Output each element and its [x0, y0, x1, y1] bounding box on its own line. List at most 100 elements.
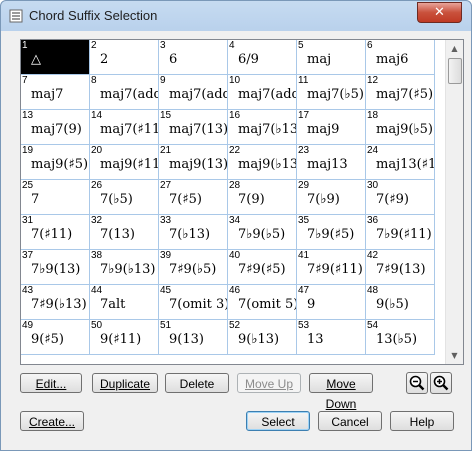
suffix-label: 7 [31, 192, 40, 207]
suffix-number: 12 [367, 75, 379, 86]
suffix-cell[interactable]: 22 maj9(♭13) [228, 145, 297, 180]
suffix-label: maj6 [376, 52, 409, 67]
suffix-number: 29 [298, 180, 310, 191]
suffix-cell[interactable]: 28 7(9) [228, 180, 297, 215]
suffix-cell[interactable]: 6 maj6 [366, 40, 435, 75]
suffix-cell[interactable]: 25 7 [21, 180, 90, 215]
suffix-cell[interactable]: 14 maj7(♯11) [90, 110, 159, 145]
suffix-cell[interactable]: 31 7(♯11) [21, 215, 90, 250]
suffix-cell[interactable]: 21 maj9(13) [159, 145, 228, 180]
suffix-cell[interactable]: 24maj13(♯11 [366, 145, 435, 180]
suffix-cell[interactable]: 1 △ [21, 40, 90, 75]
suffix-cell[interactable]: 37 7♭9(13) [21, 250, 90, 285]
suffix-number: 45 [160, 285, 172, 296]
scroll-up-icon[interactable]: ▲ [446, 40, 463, 57]
suffix-cell[interactable]: 22 [90, 40, 159, 75]
suffix-cell[interactable]: 38 7♭9(♭13) [90, 250, 159, 285]
suffix-number: 22 [229, 145, 241, 156]
suffix-number: 48 [367, 285, 379, 296]
suffix-number: 27 [160, 180, 172, 191]
close-button[interactable]: ✕ [417, 2, 462, 23]
suffix-cell[interactable]: 7 maj7 [21, 75, 90, 110]
suffix-cell[interactable]: 50 9(♯11) [90, 320, 159, 355]
suffix-cell[interactable]: 11 maj7(♭5) [297, 75, 366, 110]
suffix-cell[interactable]: 39 7♯9(♭5) [159, 250, 228, 285]
suffix-cell[interactable]: 19 maj9(♯5) [21, 145, 90, 180]
suffix-cell[interactable]: 54 13(♭5) [366, 320, 435, 355]
window-title: Chord Suffix Selection [29, 8, 158, 23]
scrollbar-thumb[interactable] [448, 58, 462, 84]
suffix-cell[interactable]: 18 maj9(♭5) [366, 110, 435, 145]
suffix-cell[interactable]: 13 maj7(9) [21, 110, 90, 145]
suffix-cell[interactable]: 17 maj9 [297, 110, 366, 145]
suffix-label: 7alt [100, 297, 126, 312]
suffix-cell[interactable]: 35 7♭9(♯5) [297, 215, 366, 250]
suffix-cell[interactable]: 40 7♯9(♯5) [228, 250, 297, 285]
suffix-number: 50 [91, 320, 103, 331]
help-button[interactable]: Help [390, 411, 454, 431]
suffix-number: 8 [91, 75, 97, 86]
suffix-cell[interactable]: 26 7(♭5) [90, 180, 159, 215]
suffix-cell[interactable]: 49 9(♯5) [21, 320, 90, 355]
zoom-out-button[interactable] [406, 372, 428, 394]
title-bar[interactable]: Chord Suffix Selection ✕ [1, 1, 471, 31]
suffix-cell[interactable]: 10 maj7(add [228, 75, 297, 110]
suffix-number: 24 [367, 145, 379, 156]
suffix-number: 26 [91, 180, 103, 191]
suffix-cell[interactable]: 32 7(13) [90, 215, 159, 250]
suffix-number: 53 [298, 320, 310, 331]
suffix-cell[interactable]: 9 maj7(add [159, 75, 228, 110]
suffix-number: 11 [298, 75, 309, 86]
select-button[interactable]: Select [246, 411, 310, 431]
suffix-number: 35 [298, 215, 310, 226]
suffix-cell[interactable]: 36 [159, 40, 228, 75]
suffix-number: 54 [367, 320, 379, 331]
suffix-cell[interactable]: 20 maj9(♯11) [90, 145, 159, 180]
suffix-cell[interactable]: 41 7♯9(♯11) [297, 250, 366, 285]
suffix-cell[interactable]: 4 6/9 [228, 40, 297, 75]
cancel-button[interactable]: Cancel [318, 411, 382, 431]
suffix-cell[interactable]: 16 maj7(♭13) [228, 110, 297, 145]
suffix-label: 7♭9(♭5) [238, 227, 286, 242]
duplicate-button[interactable]: Duplicate [92, 373, 158, 393]
suffix-cell[interactable]: 12 maj7(♯5) [366, 75, 435, 110]
suffix-label: 7♯9(♭13) [31, 297, 87, 312]
suffix-cell[interactable]: 42 7♯9(13) [366, 250, 435, 285]
scroll-down-icon[interactable]: ▼ [446, 347, 463, 364]
suffix-label: maj7(add [100, 87, 159, 102]
suffix-cell[interactable]: 45 7(omit 3) [159, 285, 228, 320]
suffix-label: 9(♯11) [100, 332, 142, 347]
suffix-cell[interactable]: 30 7(♯9) [366, 180, 435, 215]
suffix-cell[interactable]: 27 7(♯5) [159, 180, 228, 215]
suffix-label: 7(♭13) [169, 227, 211, 242]
suffix-number: 31 [22, 215, 34, 226]
suffix-number: 40 [229, 250, 241, 261]
suffix-label: 9 [307, 297, 316, 312]
suffix-cell[interactable]: 44 7alt [90, 285, 159, 320]
suffix-cell[interactable]: 33 7(♭13) [159, 215, 228, 250]
suffix-cell[interactable]: 36 7♭9(♯11) [366, 215, 435, 250]
suffix-cell[interactable]: 5 maj [297, 40, 366, 75]
suffix-cell[interactable]: 52 9(♭13) [228, 320, 297, 355]
vertical-scrollbar[interactable]: ▲ ▼ [445, 40, 463, 364]
suffix-cell[interactable]: 34 7♭9(♭5) [228, 215, 297, 250]
suffix-cell[interactable]: 8 maj7(add [90, 75, 159, 110]
move-down-button[interactable]: Move Down [309, 373, 373, 411]
suffix-cell[interactable]: 15 maj7(13) [159, 110, 228, 145]
suffix-cell[interactable]: 43 7♯9(♭13) [21, 285, 90, 320]
suffix-number: 49 [22, 320, 34, 331]
suffix-cell[interactable]: 46 7(omit 5) [228, 285, 297, 320]
zoom-in-button[interactable] [430, 372, 452, 394]
suffix-cell[interactable]: 29 7(♭9) [297, 180, 366, 215]
suffix-cell[interactable]: 53 13 [297, 320, 366, 355]
create-button[interactable]: Create... [20, 411, 84, 431]
suffix-cell[interactable]: 48 9(♭5) [366, 285, 435, 320]
delete-button[interactable]: Delete [165, 373, 229, 393]
suffix-label: maj13 [307, 157, 348, 172]
edit-button[interactable]: Edit... [20, 373, 82, 393]
suffix-label: 7(♯5) [169, 192, 202, 207]
suffix-cell[interactable]: 51 9(13) [159, 320, 228, 355]
suffix-cell[interactable]: 23 maj13 [297, 145, 366, 180]
suffix-cell[interactable]: 47 9 [297, 285, 366, 320]
move-up-button[interactable]: Move Up [237, 373, 301, 393]
